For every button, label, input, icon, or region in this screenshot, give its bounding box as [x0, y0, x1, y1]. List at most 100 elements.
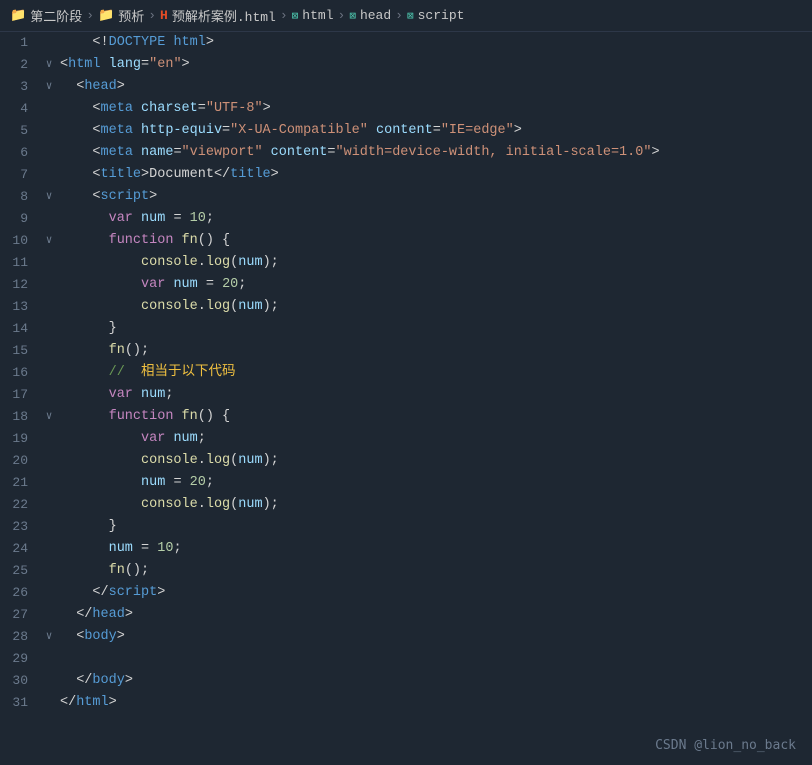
code-content: num = 20;	[56, 472, 812, 494]
line-number: 23	[0, 516, 42, 538]
code-content: // 相当于以下代码	[56, 362, 812, 384]
fold-arrow[interactable]: ∨	[42, 230, 56, 252]
code-content: <meta charset="UTF-8">	[56, 98, 812, 120]
code-line: 8 ∨ <script>	[0, 186, 812, 208]
line-number: 7	[0, 164, 42, 186]
code-content: console.log(num);	[56, 252, 812, 274]
code-content: fn();	[56, 560, 812, 582]
code-content: </script>	[56, 582, 812, 604]
line-number: 19	[0, 428, 42, 450]
code-content: </body>	[56, 670, 812, 692]
line-number: 22	[0, 494, 42, 516]
code-editor[interactable]: 1 <!DOCTYPE html> 2 ∨ <html lang="en"> 3…	[0, 32, 812, 765]
html-tag-icon: ⊠	[292, 9, 299, 23]
code-content: </head>	[56, 604, 812, 626]
line-number: 29	[0, 648, 42, 670]
line-number: 13	[0, 296, 42, 318]
head-tag-icon: ⊠	[349, 9, 356, 23]
code-line: 7 <title>Document</title>	[0, 164, 812, 186]
code-content: var num;	[56, 384, 812, 406]
code-line: 24 num = 10;	[0, 538, 812, 560]
code-line: 23 }	[0, 516, 812, 538]
code-content: <html lang="en">	[56, 54, 812, 76]
line-number: 4	[0, 98, 42, 120]
line-number: 17	[0, 384, 42, 406]
code-line: 6 <meta name="viewport" content="width=d…	[0, 142, 812, 164]
fold-arrow[interactable]: ∨	[42, 186, 56, 208]
watermark: CSDN @lion_no_back	[655, 738, 796, 753]
breadcrumb-sep-5: ›	[395, 8, 403, 23]
code-line: 2 ∨ <html lang="en">	[0, 54, 812, 76]
line-number: 11	[0, 252, 42, 274]
code-line: 9 var num = 10;	[0, 208, 812, 230]
code-line: 26 </script>	[0, 582, 812, 604]
code-line: 25 fn();	[0, 560, 812, 582]
fold-arrow[interactable]: ∨	[42, 54, 56, 76]
line-number: 30	[0, 670, 42, 692]
code-line: 12 var num = 20;	[0, 274, 812, 296]
line-number: 3	[0, 76, 42, 98]
code-content: var num;	[56, 428, 812, 450]
code-line: 30 </body>	[0, 670, 812, 692]
code-content: var num = 20;	[56, 274, 812, 296]
fold-arrow[interactable]: ∨	[42, 406, 56, 428]
fold-arrow[interactable]: ∨	[42, 76, 56, 98]
script-tag-icon: ⊠	[407, 9, 414, 23]
code-content: console.log(num);	[56, 296, 812, 318]
breadcrumb-sep-2: ›	[148, 8, 156, 23]
breadcrumb-sep-4: ›	[338, 8, 346, 23]
line-number: 14	[0, 318, 42, 340]
code-line: 27 </head>	[0, 604, 812, 626]
code-line: 20 console.log(num);	[0, 450, 812, 472]
code-content: var num = 10;	[56, 208, 812, 230]
line-number: 27	[0, 604, 42, 626]
line-number: 18	[0, 406, 42, 428]
code-content: }	[56, 318, 812, 340]
fold-arrow[interactable]: ∨	[42, 626, 56, 648]
line-number: 21	[0, 472, 42, 494]
code-content: <script>	[56, 186, 812, 208]
code-line: 31 </html>	[0, 692, 812, 714]
code-content: function fn() {	[56, 406, 812, 428]
code-line: 18 ∨ function fn() {	[0, 406, 812, 428]
code-content: <meta http-equiv="X-UA-Compatible" conte…	[56, 120, 812, 142]
folder-icon-2: 📁	[98, 8, 114, 23]
breadcrumb-item-html: ⊠ html	[292, 8, 334, 23]
code-content: num = 10;	[56, 538, 812, 560]
line-number: 9	[0, 208, 42, 230]
code-line: 14 }	[0, 318, 812, 340]
code-line: 21 num = 20;	[0, 472, 812, 494]
breadcrumb-sep-3: ›	[280, 8, 288, 23]
code-content: <!DOCTYPE html>	[56, 32, 812, 54]
code-line: 17 var num;	[0, 384, 812, 406]
code-line: 13 console.log(num);	[0, 296, 812, 318]
breadcrumb-sep-1: ›	[86, 8, 94, 23]
code-line: 3 ∨ <head>	[0, 76, 812, 98]
code-content: <body>	[56, 626, 812, 648]
code-content: <head>	[56, 76, 812, 98]
code-content: </html>	[56, 692, 812, 714]
line-number: 10	[0, 230, 42, 252]
code-content: fn();	[56, 340, 812, 362]
line-number: 20	[0, 450, 42, 472]
line-number: 8	[0, 186, 42, 208]
breadcrumb-item-1: 📁 第二阶段	[10, 6, 82, 25]
code-line: 11 console.log(num);	[0, 252, 812, 274]
code-line: 10 ∨ function fn() {	[0, 230, 812, 252]
code-line: 4 <meta charset="UTF-8">	[0, 98, 812, 120]
code-line: 19 var num;	[0, 428, 812, 450]
line-number: 15	[0, 340, 42, 362]
code-line: 16 // 相当于以下代码	[0, 362, 812, 384]
line-number: 6	[0, 142, 42, 164]
code-line: 28 ∨ <body>	[0, 626, 812, 648]
folder-icon: 📁	[10, 8, 26, 23]
code-line: 15 fn();	[0, 340, 812, 362]
code-line: 29	[0, 648, 812, 670]
code-content: function fn() {	[56, 230, 812, 252]
breadcrumb-item-file: H 预解析案例.html	[160, 6, 276, 25]
line-number: 25	[0, 560, 42, 582]
breadcrumb-item-head: ⊠ head	[349, 8, 391, 23]
line-number: 1	[0, 32, 42, 54]
line-number: 24	[0, 538, 42, 560]
code-line: 1 <!DOCTYPE html>	[0, 32, 812, 54]
